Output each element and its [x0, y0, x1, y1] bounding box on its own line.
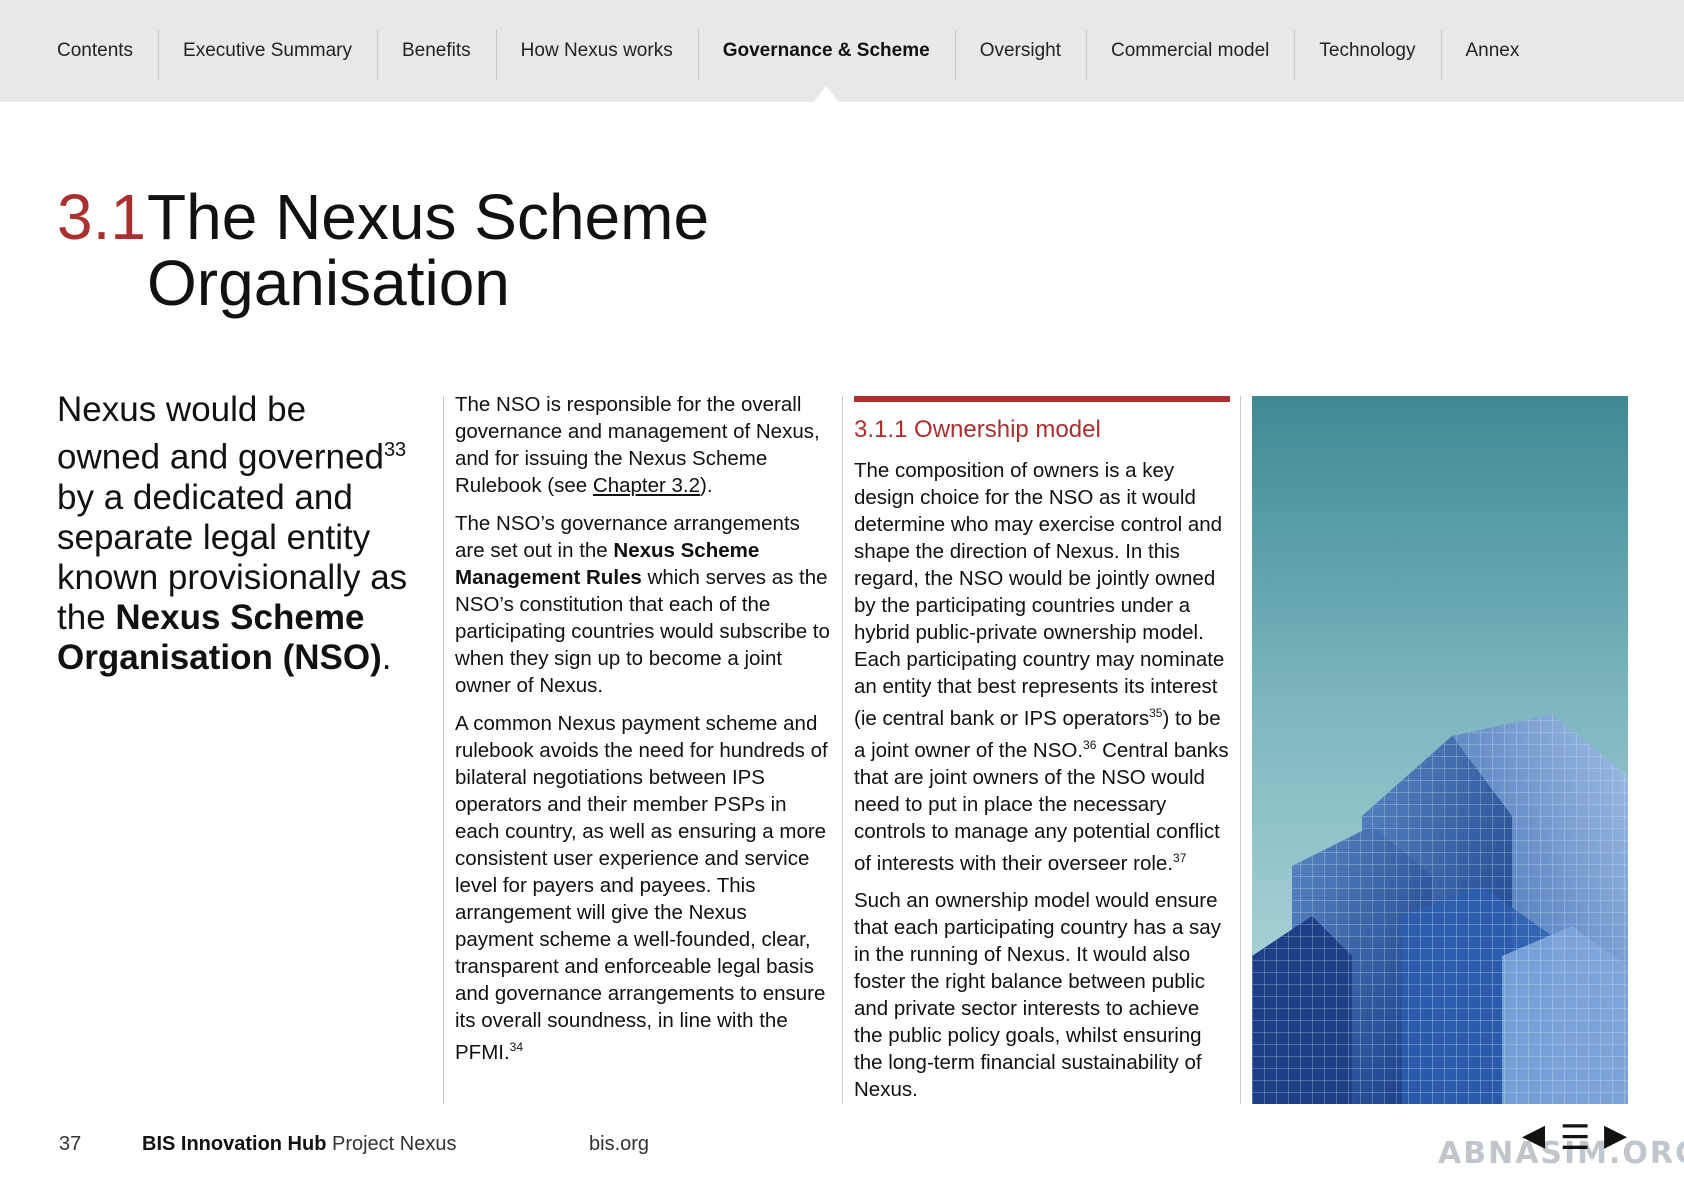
- page-controls: ◀ ☰ ▶: [1522, 1118, 1634, 1164]
- project-name: Project Nexus: [326, 1133, 457, 1155]
- intro-statement: Nexus would be owned and governed33 by a…: [57, 390, 417, 678]
- footnote-ref-33[interactable]: 33: [384, 439, 406, 461]
- paragraph-text: A common Nexus payment scheme and rulebo…: [455, 712, 828, 1064]
- footnote-ref-37[interactable]: 37: [1173, 851, 1186, 865]
- website-link[interactable]: bis.org: [589, 1133, 649, 1156]
- column-divider: [443, 396, 444, 1104]
- body-column-nso: The NSO is responsible for the overall g…: [455, 391, 831, 1077]
- column-divider: [1240, 396, 1241, 1104]
- paragraph: Such an ownership model would ensure tha…: [854, 889, 1221, 1102]
- footnote-ref-36[interactable]: 36: [1083, 738, 1096, 752]
- title-line-2: Organisation: [147, 247, 510, 319]
- intro-text-end: .: [381, 637, 392, 677]
- paragraph: The NSO is responsible for the overall g…: [455, 391, 831, 499]
- nav-item-how-nexus-works[interactable]: How Nexus works: [495, 0, 698, 102]
- page-number: 37: [59, 1133, 82, 1155]
- subsection-heading: 3.1.1 Ownership model: [854, 416, 1101, 443]
- paragraph: The composition of owners is a key desig…: [854, 457, 1230, 876]
- paragraph-text: ).: [700, 474, 713, 497]
- nav-item-benefits[interactable]: Benefits: [377, 0, 496, 102]
- nav-item-commercial-model[interactable]: Commercial model: [1086, 0, 1294, 102]
- next-page-icon[interactable]: ▶: [1604, 1118, 1627, 1153]
- nav-item-technology[interactable]: Technology: [1294, 0, 1440, 102]
- nav-item-oversight[interactable]: Oversight: [954, 0, 1086, 102]
- skyscraper-illustration: [1252, 396, 1628, 1104]
- title-line-1: The Nexus Scheme: [147, 181, 710, 253]
- nav-item-contents[interactable]: Contents: [57, 0, 158, 102]
- paragraph: The NSO’s governance arrangements are se…: [455, 510, 831, 699]
- chapter-link[interactable]: Chapter 3.2: [593, 474, 700, 497]
- publication-name: BIS Innovation Hub Project Nexus: [142, 1133, 457, 1156]
- page-title: 3.1The Nexus Scheme Organisation: [57, 185, 709, 315]
- section-number: 3.1: [57, 181, 146, 253]
- intro-text-pre: Nexus would be owned and governed: [57, 390, 384, 477]
- previous-page-icon[interactable]: ◀: [1522, 1118, 1545, 1153]
- column-divider: [842, 396, 843, 1104]
- nav-item-annex[interactable]: Annex: [1440, 0, 1545, 102]
- body-column-ownership: 3.1.1 Ownership model The composition of…: [854, 396, 1230, 1114]
- footnote-ref-34[interactable]: 34: [510, 1040, 523, 1054]
- publisher-name: BIS Innovation Hub: [142, 1133, 327, 1155]
- footnote-ref-35[interactable]: 35: [1149, 706, 1162, 720]
- menu-icon[interactable]: ☰: [1560, 1118, 1590, 1158]
- top-navigation: Contents Executive Summary Benefits How …: [0, 0, 1684, 103]
- paragraph-text: The composition of owners is a key desig…: [854, 459, 1225, 730]
- nav-item-governance-scheme[interactable]: Governance & Scheme: [697, 0, 955, 103]
- paragraph: A common Nexus payment scheme and rulebo…: [455, 710, 831, 1066]
- nav-item-executive-summary[interactable]: Executive Summary: [158, 0, 377, 102]
- building-photo: [1252, 396, 1628, 1104]
